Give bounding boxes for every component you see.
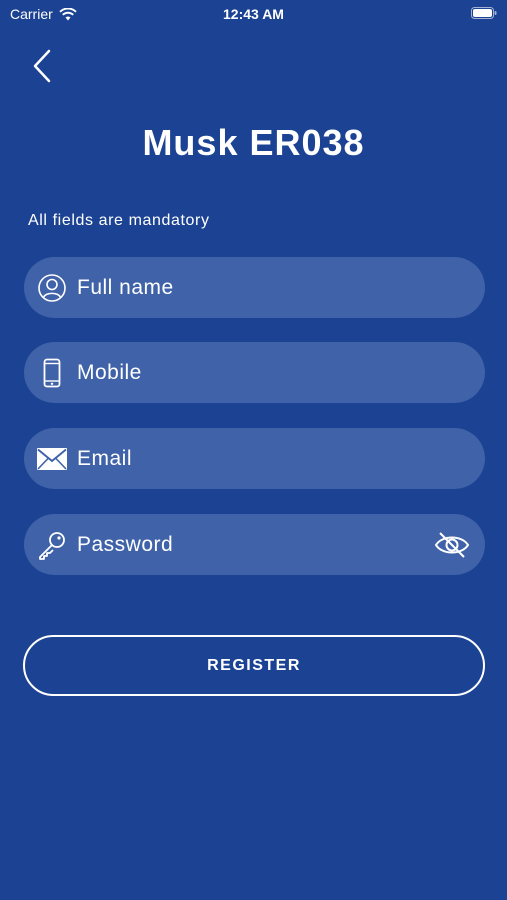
mail-icon (35, 442, 69, 476)
register-button[interactable]: REGISTER (23, 635, 485, 696)
full-name-input[interactable] (77, 275, 407, 300)
user-icon (35, 271, 69, 305)
email-input[interactable] (77, 446, 407, 471)
eye-off-icon (434, 532, 470, 558)
mandatory-note: All fields are mandatory (28, 212, 210, 229)
clock: 12:43 AM (223, 6, 284, 22)
chevron-left-icon (33, 49, 51, 83)
back-button[interactable] (26, 46, 58, 86)
mobile-input[interactable] (77, 360, 407, 385)
full-name-field[interactable] (24, 257, 485, 318)
mobile-field[interactable] (24, 342, 485, 403)
page-title: Musk ER038 (142, 122, 365, 163)
phone-icon (35, 356, 69, 390)
toggle-password-visibility[interactable] (433, 526, 471, 564)
email-field[interactable] (24, 428, 485, 489)
battery-icon (471, 7, 497, 19)
password-field[interactable] (24, 514, 485, 575)
status-bar: Carrier 12:43 AM (0, 0, 507, 28)
key-icon (35, 528, 69, 562)
password-input[interactable] (77, 532, 407, 557)
